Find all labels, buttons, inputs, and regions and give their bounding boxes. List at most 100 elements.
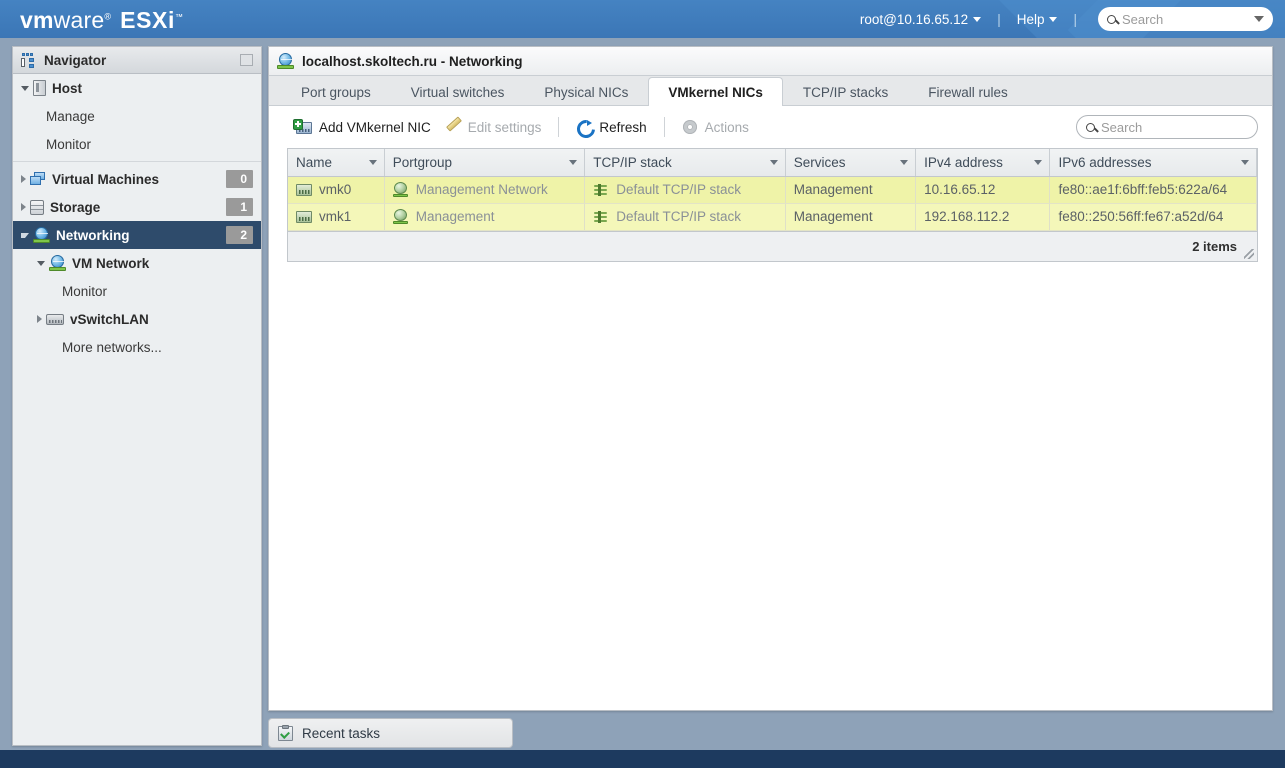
chevron-down-icon[interactable] (37, 260, 45, 266)
add-vmkernel-nic-button[interactable]: Add VMkernel NIC (287, 116, 438, 139)
edit-settings-button[interactable]: Edit settings (438, 116, 549, 139)
content-header: localhost.skoltech.ru - Networking (269, 47, 1272, 76)
column-header-label: IPv6 addresses (1058, 154, 1152, 170)
resize-handle[interactable] (1244, 248, 1254, 259)
sidebar-item-virtual-machines[interactable]: Virtual Machines 0 (13, 165, 261, 193)
cell-tcpip-stack[interactable]: Default TCP/IP stack (584, 176, 786, 204)
top-bar-right: root@10.16.65.12 | Help | Search (855, 0, 1285, 38)
portgroup-link[interactable]: Management (416, 209, 495, 224)
actions-button[interactable]: Actions (675, 115, 756, 139)
actions-label: Actions (704, 119, 749, 135)
tab-port-groups[interactable]: Port groups (281, 77, 391, 106)
tab-virtual-switches[interactable]: Virtual switches (391, 77, 525, 106)
add-vmkernel-nic-label: Add VMkernel NIC (319, 119, 431, 135)
help-menu[interactable]: Help (1012, 9, 1063, 30)
sidebar-item-networking[interactable]: Networking 2 (13, 221, 261, 249)
recent-tasks-bar[interactable]: Recent tasks (268, 718, 513, 748)
storage-icon (30, 199, 44, 215)
sidebar-item-label: Host (52, 80, 82, 96)
sidebar-item-label: Storage (50, 199, 101, 215)
sidebar-item-monitor[interactable]: Monitor (13, 277, 261, 305)
chevron-down-icon[interactable] (569, 160, 578, 165)
chevron-down-icon[interactable] (1034, 160, 1043, 165)
sidebar-item-manage[interactable]: Manage (13, 102, 261, 130)
sidebar-item-monitor[interactable]: Monitor (13, 130, 261, 158)
tab-label: Port groups (301, 84, 371, 100)
divider: | (997, 11, 1001, 27)
logo-ware-text: ware (53, 7, 105, 33)
ipv4-value: 10.16.65.12 (924, 182, 996, 197)
column-header-tcp-ip-stack[interactable]: TCP/IP stack (584, 149, 786, 177)
vmkernel-nic-icon (296, 210, 312, 223)
tab-label: Firewall rules (928, 84, 1008, 100)
bottom-strip (0, 750, 1285, 768)
sidebar-item-more-networks[interactable]: More networks... (13, 333, 261, 361)
sidebar-item-vm-network[interactable]: VM Network (13, 249, 261, 277)
table-search-input[interactable]: Search (1076, 115, 1258, 139)
table-row[interactable]: vmk1 Management Default TCP/IP stack Manage… (288, 203, 1257, 231)
sidebar-item-label: Monitor (46, 136, 92, 152)
content-panel: localhost.skoltech.ru - Networking Port … (268, 46, 1273, 711)
cell-name[interactable]: vmk1 (288, 203, 385, 231)
tab-label: VMkernel NICs (668, 84, 763, 100)
sidebar-item-label: Manage (46, 108, 95, 124)
column-header-portgroup[interactable]: Portgroup (384, 149, 586, 177)
cell-services: Management (785, 203, 917, 231)
cell-ipv4: 192.168.112.2 (915, 203, 1051, 231)
navigator-title: Navigator (44, 52, 107, 68)
column-header-services[interactable]: Services (785, 149, 917, 177)
top-bar: vmware® ESXi™ root@10.16.65.12 | Help | S… (0, 0, 1285, 38)
navigator-panel: Navigator Host Manage Monitor Virtual Machi… (12, 46, 262, 746)
table-footer: 2 items (287, 231, 1258, 262)
recent-tasks-label: Recent tasks (302, 725, 381, 741)
refresh-button[interactable]: Refresh (569, 115, 653, 139)
tab-physical-nics[interactable]: Physical NICs (524, 77, 648, 106)
column-header-ipv6-addresses[interactable]: IPv6 addresses (1049, 149, 1257, 177)
help-menu-label: Help (1016, 11, 1045, 27)
chevron-down-icon[interactable] (21, 85, 29, 91)
cell-portgroup[interactable]: Management Network (384, 176, 586, 204)
restore-window-icon[interactable] (240, 54, 253, 66)
user-menu[interactable]: root@10.16.65.12 (855, 9, 986, 30)
column-header-ipv4-address[interactable]: IPv4 address (915, 149, 1051, 177)
column-header-label: TCP/IP stack (593, 154, 672, 170)
portgroup-icon (392, 182, 409, 197)
cell-ipv6: fe80::250:56ff:fe67:a52d/64 (1049, 203, 1257, 231)
chevron-down-icon[interactable] (1254, 16, 1264, 22)
cell-ipv4: 10.16.65.12 (915, 176, 1051, 204)
refresh-label: Refresh (599, 119, 647, 135)
portgroup-link[interactable]: Management Network (416, 182, 548, 197)
tcpip-stack-link[interactable]: Default TCP/IP stack (616, 209, 741, 224)
chevron-down-icon[interactable] (769, 160, 778, 165)
chevron-right-icon[interactable] (21, 203, 26, 211)
ipv6-value: fe80::250:56ff:fe67:a52d/64 (1058, 209, 1224, 224)
sidebar-item-host[interactable]: Host (13, 74, 261, 102)
tcpip-stack-link[interactable]: Default TCP/IP stack (616, 182, 741, 197)
chevron-down-icon[interactable] (1241, 160, 1249, 165)
divider: | (1073, 11, 1077, 27)
cell-name[interactable]: vmk0 (288, 176, 385, 204)
sidebar-item-label: Monitor (62, 283, 108, 299)
chevron-down-icon[interactable] (368, 160, 377, 165)
chevron-right-icon[interactable] (37, 315, 42, 323)
global-search-input[interactable]: Search (1098, 7, 1273, 31)
sidebar-item-storage[interactable]: Storage 1 (13, 193, 261, 221)
chevron-down-icon[interactable] (900, 160, 909, 165)
sidebar-item-vswitchlan[interactable]: vSwitchLAN (13, 305, 261, 333)
table-header-row: Name Portgroup TCP/IP stack Services IPv4 ad… (288, 149, 1257, 177)
status-badge: 1 (226, 198, 253, 216)
column-header-name[interactable]: Name (288, 149, 385, 177)
chevron-right-icon[interactable] (21, 175, 26, 183)
tab-tcp-ip-stacks[interactable]: TCP/IP stacks (783, 77, 908, 106)
tab-vmkernel-nics[interactable]: VMkernel NICs (648, 77, 783, 106)
tab-firewall-rules[interactable]: Firewall rules (908, 77, 1028, 106)
virtual-switch-icon (46, 313, 64, 325)
logo-registered-mark: ® (104, 11, 112, 22)
content-toolbar: Add VMkernel NIC Edit settings Refresh A… (269, 106, 1272, 148)
cell-tcpip-stack[interactable]: Default TCP/IP stack (584, 203, 786, 231)
cell-portgroup[interactable]: Management (384, 203, 586, 231)
table-row[interactable]: vmk0 Management Network Default TCP/IP sta… (288, 176, 1257, 204)
chevron-down-icon[interactable] (21, 232, 29, 238)
